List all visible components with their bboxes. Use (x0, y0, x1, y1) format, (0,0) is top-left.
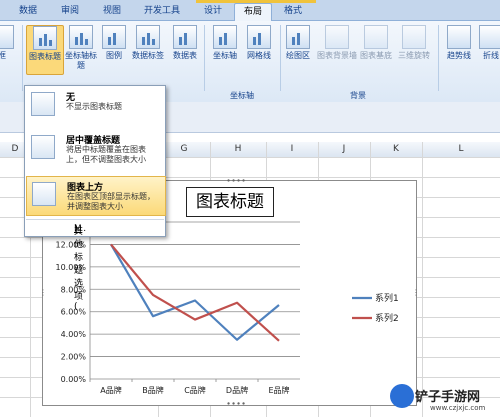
menu-item-none[interactable]: 无 不显示图表标题 (26, 87, 164, 123)
group-label-axes: 坐标轴 (230, 91, 254, 100)
chart-wall-icon (325, 25, 349, 49)
chart-title-dropdown: 无 不显示图表标题 居中覆盖标题 将居中标题覆盖在图表上，但不调整图表大小 图表… (24, 85, 166, 312)
axis-title-icon (69, 25, 93, 49)
legend-icon (102, 25, 126, 49)
chart-floor-button[interactable]: 图表基底 (360, 25, 392, 61)
data-table-label: 数据表 (173, 51, 197, 60)
menu-item-above-chart[interactable]: 图表上方 在图表区顶部显示标题，并调整图表大小 (26, 176, 166, 216)
x-tick-label: D品牌 (226, 385, 248, 395)
column-header-l[interactable]: L (422, 142, 500, 157)
chart-legend: 系列1 系列2 (352, 292, 399, 324)
rotation-3d-label: 三维旋转 (398, 51, 430, 60)
chart-title-button[interactable]: 图表标题 (26, 25, 64, 75)
x-tick-label: E品牌 (268, 385, 289, 395)
above-chart-title-icon (32, 182, 56, 206)
no-title-icon (31, 92, 55, 116)
gridlines-button[interactable]: 网格线 (242, 25, 276, 61)
ribbon-separator (204, 25, 205, 91)
column-header-h[interactable]: H (210, 142, 267, 157)
chart-title-icon (33, 26, 57, 50)
grid-line (422, 142, 423, 417)
lines-label: 折线 (483, 51, 499, 60)
axis-title-button[interactable]: 坐标轴标题 (64, 25, 98, 71)
ribbon-tab-bar: 数据 审阅 视图 开发工具 设计 布局 格式 (0, 0, 500, 21)
plot-area-icon (286, 25, 310, 49)
legend-label: 系列2 (375, 312, 399, 324)
menu-item-more-title-options[interactable]: 其他标题选项(M)... (26, 219, 164, 312)
resize-handle-bottom[interactable]: ∙∙∙∙ (226, 400, 246, 408)
column-header-k[interactable]: K (370, 142, 423, 157)
chart-floor-label: 图表基底 (360, 51, 392, 60)
legend-label: 图例 (106, 51, 122, 60)
data-labels-label: 数据标签 (132, 51, 164, 60)
ribbon-separator (22, 25, 23, 91)
chart-floor-icon (364, 25, 388, 49)
resize-handle-left[interactable]: ⋮ (39, 289, 47, 297)
lines-button[interactable]: 折线 (476, 25, 500, 61)
trendline-icon (447, 25, 471, 49)
resize-handle-top[interactable]: ∙∙∙∙ (226, 177, 246, 185)
axes-button[interactable]: 坐标轴 (208, 25, 242, 61)
chart-title: 图表标题 (196, 192, 264, 212)
tab-design[interactable]: 设计 (196, 3, 230, 20)
tab-layout[interactable]: 布局 (234, 3, 272, 21)
y-tick-label: 2.00% (61, 353, 87, 362)
chart-title-label: 图表标题 (29, 52, 61, 61)
x-tick-label: A品牌 (100, 385, 121, 395)
legend-button[interactable]: 图例 (100, 25, 128, 61)
trendline-button[interactable]: 趋势线 (442, 25, 476, 61)
axis-title-label: 坐标轴标题 (65, 51, 97, 70)
y-tick-label: 4.00% (61, 330, 87, 339)
plot-area-label: 绘图区 (286, 51, 310, 60)
centered-overlay-title-icon (31, 135, 55, 159)
axes-icon (213, 25, 237, 49)
data-table-button[interactable]: 数据表 (168, 25, 202, 61)
resize-handle-right[interactable]: ⋮ (412, 289, 420, 297)
menu-item-desc: 将居中标题覆盖在图表上，但不调整图表大小 (66, 145, 146, 164)
menu-item-desc: 不显示图表标题 (66, 102, 122, 111)
chart-wall-button[interactable]: 图表背景墙 (316, 25, 358, 61)
series-line (110, 243, 280, 341)
group-label-background: 背景 (350, 91, 366, 100)
frame-button[interactable]: 框 (0, 25, 18, 61)
tab-format[interactable]: 格式 (276, 3, 310, 20)
ribbon-separator (438, 25, 439, 91)
x-tick-label: B品牌 (142, 385, 164, 395)
data-table-icon (173, 25, 197, 49)
chart-series (110, 243, 280, 342)
watermark-text: 铲子手游网 (415, 390, 481, 405)
tab-review[interactable]: 审阅 (54, 3, 86, 20)
watermark-url: www.czjxjc.com (430, 404, 486, 412)
gridlines-label: 网格线 (247, 51, 271, 60)
axes-label: 坐标轴 (213, 51, 237, 60)
trendline-label: 趋势线 (447, 51, 471, 60)
menu-item-centered-overlay[interactable]: 居中覆盖标题 将居中标题覆盖在图表上，但不调整图表大小 (26, 130, 164, 172)
frame-icon (0, 25, 14, 49)
column-header-i[interactable]: I (266, 142, 319, 157)
watermark-logo-icon (390, 384, 414, 408)
ribbon-separator (280, 25, 281, 91)
tab-view[interactable]: 视图 (96, 3, 128, 20)
rotation-3d-button[interactable]: 三维旋转 (394, 25, 434, 61)
x-tick-label: C品牌 (184, 385, 206, 395)
y-tick-label: 0.00% (61, 375, 87, 384)
plot-area-button[interactable]: 绘图区 (282, 25, 314, 61)
menu-item-desc: 在图表区顶部显示标题，并调整图表大小 (67, 192, 155, 211)
rotation-3d-icon (402, 25, 426, 49)
tab-developer[interactable]: 开发工具 (136, 3, 188, 20)
tab-data[interactable]: 数据 (10, 3, 46, 20)
data-labels-button[interactable]: 数据标签 (130, 25, 166, 61)
column-header-j[interactable]: J (318, 142, 371, 157)
chart-title-box[interactable]: 图表标题 (186, 187, 274, 217)
gridlines-icon (247, 25, 271, 49)
chart-wall-label: 图表背景墙 (317, 51, 357, 60)
lines-icon (479, 25, 500, 49)
legend-label: 系列1 (375, 292, 399, 304)
frame-label: 框 (0, 51, 6, 60)
data-labels-icon (136, 25, 160, 49)
